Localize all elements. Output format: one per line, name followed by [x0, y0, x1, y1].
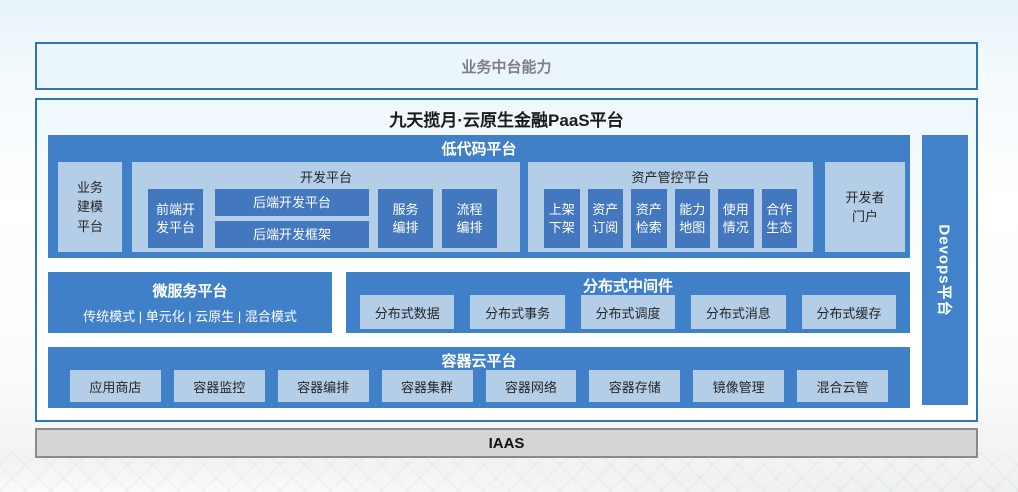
- container-items-row: 应用商店 容器监控 容器编排 容器集群 容器网络 容器存储 镜像管理 混合云管: [48, 370, 910, 402]
- backend-dev-framework-label: 后端开发框架: [253, 226, 331, 244]
- backend-dev-platform-label: 后端开发平台: [253, 194, 331, 212]
- asset-item-label: 能力地图: [679, 201, 705, 236]
- paas-platform-panel: 九天揽月·云原生金融PaaS平台 低代码平台 业务建模平台 开发平台 前端开发平…: [35, 98, 978, 422]
- asset-item-label: 使用情况: [723, 201, 749, 236]
- asset-item-box: 合作生态: [762, 189, 798, 248]
- asset-item-box: 能力地图: [675, 189, 711, 248]
- iaas-bar: IAAS: [35, 428, 978, 458]
- container-item-label: 容器网络: [505, 377, 557, 396]
- asset-item-label: 资产订阅: [592, 201, 618, 236]
- middleware-item-label: 分布式消息: [706, 303, 771, 322]
- developer-portal-box: 开发者门户: [825, 162, 905, 252]
- asset-item-label: 合作生态: [766, 201, 792, 236]
- container-item-label: 混合云管: [817, 377, 869, 396]
- middleware-item-box: 分布式缓存: [802, 295, 896, 329]
- background-texture: [0, 452, 1018, 492]
- middleware-item-label: 分布式缓存: [816, 303, 881, 322]
- architecture-diagram: 业务中台能力 九天揽月·云原生金融PaaS平台 低代码平台 业务建模平台 开发平…: [0, 0, 1018, 492]
- asset-control-title: 资产管控平台: [528, 167, 813, 186]
- container-item-box: 镜像管理: [693, 370, 784, 402]
- asset-items-row: 上架下架 资产订阅 资产检索 能力地图 使用情况 合作生态: [528, 189, 813, 248]
- container-item-box: 容器监控: [174, 370, 265, 402]
- process-orchestration-label: 流程编排: [456, 201, 482, 236]
- middleware-item-box: 分布式事务: [470, 295, 564, 329]
- service-orchestration-label: 服务编排: [392, 201, 418, 236]
- service-orchestration-box: 服务编排: [378, 189, 433, 248]
- container-item-box: 容器存储: [589, 370, 680, 402]
- backend-dev-platform-box: 后端开发平台: [215, 189, 369, 216]
- container-item-box: 混合云管: [797, 370, 888, 402]
- container-item-label: 容器存储: [609, 377, 661, 396]
- middleware-item-label: 分布式事务: [485, 303, 550, 322]
- container-item-label: 应用商店: [89, 377, 141, 396]
- container-item-label: 容器集群: [401, 377, 453, 396]
- asset-item-box: 资产订阅: [588, 189, 624, 248]
- asset-control-group: 资产管控平台 上架下架 资产订阅 资产检索 能力地图 使用情况 合作生态: [528, 162, 813, 252]
- asset-item-box: 资产检索: [631, 189, 667, 248]
- asset-item-label: 上架下架: [549, 201, 575, 236]
- banner-label: 业务中台能力: [461, 56, 551, 77]
- asset-item-box: 上架下架: [544, 189, 580, 248]
- lowcode-title: 低代码平台: [48, 138, 910, 159]
- backend-dev-stack: 后端开发平台 后端开发框架: [215, 189, 369, 248]
- business-modeling-label: 业务建模平台: [77, 178, 103, 237]
- container-item-box: 容器编排: [278, 370, 369, 402]
- middleware-item-box: 分布式数据: [360, 295, 454, 329]
- middleware-item-label: 分布式数据: [375, 303, 440, 322]
- container-item-label: 容器监控: [193, 377, 245, 396]
- devops-platform-bar: Devops平台: [922, 135, 968, 405]
- middleware-title: 分布式中间件: [346, 275, 910, 296]
- frontend-dev-box: 前端开发平台: [148, 189, 203, 248]
- container-item-box: 容器网络: [486, 370, 577, 402]
- iaas-label: IAAS: [489, 435, 525, 452]
- container-cloud-title: 容器云平台: [48, 350, 910, 371]
- container-item-label: 容器编排: [297, 377, 349, 396]
- middleware-items-row: 分布式数据 分布式事务 分布式调度 分布式消息 分布式缓存: [346, 295, 910, 329]
- middleware-item-box: 分布式调度: [581, 295, 675, 329]
- asset-item-box: 使用情况: [718, 189, 754, 248]
- devops-label: Devops平台: [935, 224, 956, 316]
- paas-title: 九天揽月·云原生金融PaaS平台: [37, 106, 976, 131]
- microservice-title: 微服务平台: [152, 280, 227, 301]
- container-item-label: 镜像管理: [713, 377, 765, 396]
- middleware-item-label: 分布式调度: [596, 303, 661, 322]
- process-orchestration-box: 流程编排: [442, 189, 497, 248]
- backend-dev-framework-box: 后端开发框架: [215, 221, 369, 248]
- business-middle-platform-banner: 业务中台能力: [35, 42, 978, 90]
- microservice-platform-box: 微服务平台 传统模式 | 单元化 | 云原生 | 混合模式: [48, 272, 332, 333]
- microservice-modes: 传统模式 | 单元化 | 云原生 | 混合模式: [83, 306, 297, 325]
- middleware-item-box: 分布式消息: [691, 295, 785, 329]
- lowcode-platform-section: 低代码平台 业务建模平台 开发平台 前端开发平台 后端开发平台 后端开发框架: [48, 135, 910, 258]
- dev-platform-group: 开发平台 前端开发平台 后端开发平台 后端开发框架 服务编排 流程编排: [132, 162, 520, 252]
- frontend-dev-label: 前端开发平台: [156, 201, 195, 236]
- container-cloud-section: 容器云平台 应用商店 容器监控 容器编排 容器集群 容器网络 容器存储 镜像管理…: [48, 347, 910, 408]
- container-item-box: 应用商店: [70, 370, 161, 402]
- business-modeling-box: 业务建模平台: [58, 162, 122, 252]
- developer-portal-label: 开发者门户: [845, 188, 884, 227]
- container-item-box: 容器集群: [382, 370, 473, 402]
- distributed-middleware-section: 分布式中间件 分布式数据 分布式事务 分布式调度 分布式消息 分布式缓存: [346, 272, 910, 333]
- asset-item-label: 资产检索: [636, 201, 662, 236]
- dev-platform-title: 开发平台: [132, 167, 520, 186]
